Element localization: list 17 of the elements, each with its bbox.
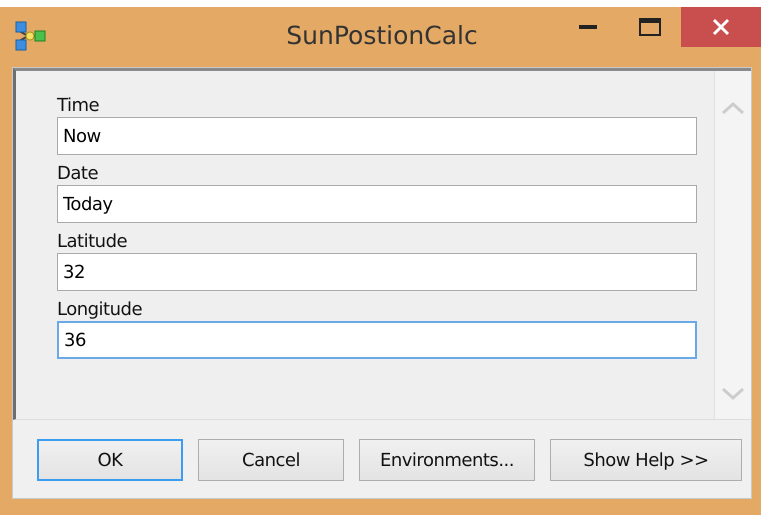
minimize-icon: [579, 25, 597, 29]
field-label: Time: [57, 95, 100, 117]
input-field[interactable]: 32: [57, 253, 697, 291]
close-icon: [712, 18, 730, 36]
input-field[interactable]: 36: [57, 321, 697, 359]
dialog-button[interactable]: Show Help >>: [550, 439, 742, 481]
window-title: SunPostionCalc: [286, 21, 478, 50]
input-field[interactable]: Now: [57, 117, 697, 155]
maximize-icon: [639, 18, 661, 36]
field-label: Longitude: [57, 299, 142, 321]
dialog-button[interactable]: Cancel: [198, 439, 344, 481]
field-label: Date: [57, 163, 98, 185]
dialog-button[interactable]: OK: [37, 439, 183, 481]
field-label: Latitude: [57, 231, 128, 253]
dialog-button[interactable]: Environments...: [359, 439, 535, 481]
close-button[interactable]: [681, 7, 761, 47]
input-field[interactable]: Today: [57, 185, 697, 223]
